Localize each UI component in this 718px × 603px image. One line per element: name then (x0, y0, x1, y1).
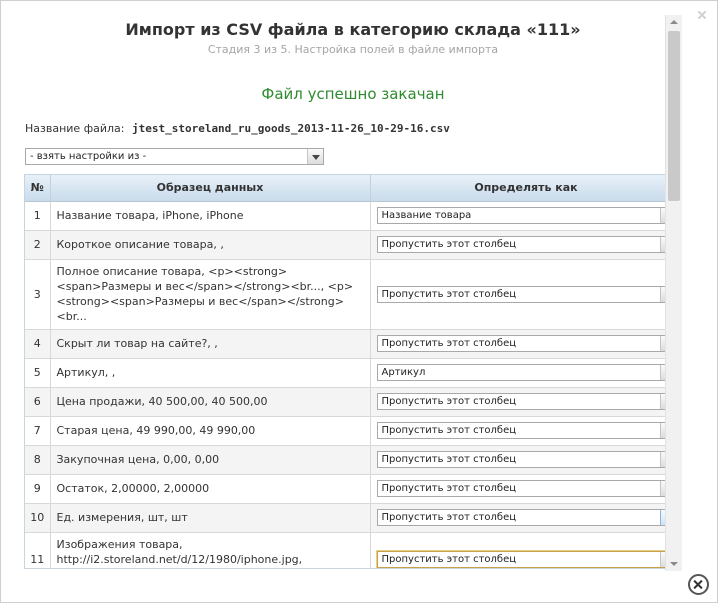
table-row: 9 Остаток, 2,00000, 2,00000 Пропустить э… (25, 474, 681, 504)
define-as-value: Пропустить этот столбец (381, 396, 517, 407)
chevron-down-icon[interactable] (307, 149, 323, 164)
row-define-cell: Пропустить этот столбец (370, 474, 681, 504)
row-sample: Артикул, , (50, 358, 371, 388)
dialog-scrollbar[interactable] (665, 15, 682, 571)
row-define-cell: Пропустить этот столбец (370, 503, 681, 533)
define-as-select[interactable]: Пропустить этот столбец (376, 422, 677, 439)
table-header-row: № Образец данных Определять как (25, 175, 681, 202)
settings-preset-select[interactable]: - взять настройки из - (25, 148, 324, 165)
scroll-down-icon[interactable] (666, 557, 682, 571)
header-define-as: Определять как (370, 175, 681, 202)
header-number: № (25, 175, 51, 202)
dialog-subtitle: Стадия 3 из 5. Настройка полей в файле и… (207, 43, 499, 56)
define-as-select[interactable]: Артикул (376, 364, 677, 381)
success-message: Файл успешно закачан (261, 85, 445, 103)
row-sample: Старая цена, 49 990,00, 49 990,00 (50, 416, 371, 446)
row-number: 1 (25, 201, 51, 231)
table-row: 8 Закупочная цена, 0,00, 0,00 Пропустить… (25, 445, 681, 475)
define-as-value: Пропустить этот столбец (381, 554, 517, 565)
row-sample: Скрыт ли товар на сайте?, , (50, 329, 371, 359)
define-as-select[interactable]: Пропустить этот столбец (376, 335, 677, 352)
define-as-value: Пропустить этот столбец (381, 512, 517, 523)
row-sample: Закупочная цена, 0,00, 0,00 (50, 445, 371, 475)
define-as-value: Артикул (381, 367, 426, 378)
row-number: 5 (25, 358, 51, 388)
row-number: 8 (25, 445, 51, 475)
row-number: 9 (25, 474, 51, 504)
row-number: 2 (25, 230, 51, 260)
table-row: 10 Ед. измерения, шт, шт Пропустить этот… (25, 503, 681, 533)
row-number: 6 (25, 387, 51, 417)
table-row: 7 Старая цена, 49 990,00, 49 990,00 Проп… (25, 416, 681, 446)
row-number: 4 (25, 329, 51, 359)
define-as-value: Пропустить этот столбец (381, 483, 517, 494)
header-sample-data: Образец данных (50, 175, 371, 202)
define-as-select[interactable]: Пропустить этот столбец (376, 480, 677, 497)
define-as-select[interactable]: Пропустить этот столбец (376, 236, 677, 253)
close-icon[interactable] (697, 10, 707, 20)
define-as-value: Пропустить этот столбец (381, 454, 517, 465)
row-define-cell: Пропустить этот столбец (370, 259, 681, 330)
table-row: 1 Название товара, iPhone, iPhone Назван… (25, 201, 681, 231)
row-define-cell: Пропустить этот столбец (370, 387, 681, 417)
filename-label: Название файла: (25, 122, 125, 135)
define-as-select[interactable]: Пропустить этот столбец (376, 285, 677, 303)
row-sample: Короткое описание товара, , (50, 230, 371, 260)
filename-value: jtest_storeland_ru_goods_2013-11-26_10-2… (131, 122, 450, 135)
row-define-cell: Пропустить этот столбец (370, 416, 681, 446)
row-define-cell: Пропустить этот столбец (370, 329, 681, 359)
table-row: 2 Короткое описание товара, , Пропустить… (25, 230, 681, 260)
scroll-up-icon[interactable] (666, 15, 682, 29)
row-define-cell: Название товара (370, 201, 681, 231)
table-row: 3 Полное описание товара, <p><strong><sp… (25, 259, 681, 330)
define-as-value: Пропустить этот столбец (381, 239, 517, 250)
row-define-cell: Артикул (370, 358, 681, 388)
define-as-select[interactable]: Пропустить этот столбец (376, 551, 677, 568)
table-row: 4 Скрыт ли товар на сайте?, , Пропустить… (25, 329, 681, 359)
row-sample: Ед. измерения, шт, шт (50, 503, 371, 533)
row-number: 10 (25, 503, 51, 533)
row-number: 11 (25, 532, 51, 568)
table-row: 5 Артикул, , Артикул (25, 358, 681, 388)
table-row: 11 Изображения товара, http://i2.storela… (25, 532, 681, 568)
row-number: 3 (25, 259, 51, 330)
row-define-cell: Пропустить этот столбец (370, 230, 681, 260)
fields-table: № Образец данных Определять как 1 Назван… (25, 175, 681, 568)
scrollbar-thumb[interactable] (668, 31, 680, 201)
define-as-value: Название товара (381, 210, 472, 221)
import-dialog: Импорт из CSV файла в категорию склада «… (0, 0, 718, 603)
define-as-value: Пропустить этот столбец (381, 288, 517, 300)
row-define-cell: Пропустить этот столбец (370, 445, 681, 475)
define-as-value: Пропустить этот столбец (381, 425, 517, 436)
table-row: 6 Цена продажи, 40 500,00, 40 500,00 Про… (25, 387, 681, 417)
filename-row: Название файла: jtest_storeland_ru_goods… (25, 122, 450, 135)
close-circle-icon[interactable] (688, 574, 709, 595)
dialog-title: Импорт из CSV файла в категорию склада «… (125, 20, 581, 39)
define-as-select[interactable]: Пропустить этот столбец (376, 509, 677, 526)
define-as-select[interactable]: Пропустить этот столбец (376, 451, 677, 468)
define-as-select[interactable]: Название товара (376, 207, 677, 224)
row-number: 7 (25, 416, 51, 446)
row-define-cell: Пропустить этот столбец (370, 532, 681, 568)
row-sample: Полное описание товара, <p><strong><span… (50, 259, 371, 330)
row-sample: Изображения товара, http://i2.storeland.… (50, 532, 371, 568)
fields-table-container: № Образец данных Определять как 1 Назван… (24, 174, 682, 569)
settings-preset-value: - взять настройки из - (30, 151, 147, 162)
row-sample: Остаток, 2,00000, 2,00000 (50, 474, 371, 504)
define-as-select[interactable]: Пропустить этот столбец (376, 393, 677, 410)
define-as-value: Пропустить этот столбец (381, 338, 517, 349)
row-sample: Название товара, iPhone, iPhone (50, 201, 371, 231)
row-sample: Цена продажи, 40 500,00, 40 500,00 (50, 387, 371, 417)
